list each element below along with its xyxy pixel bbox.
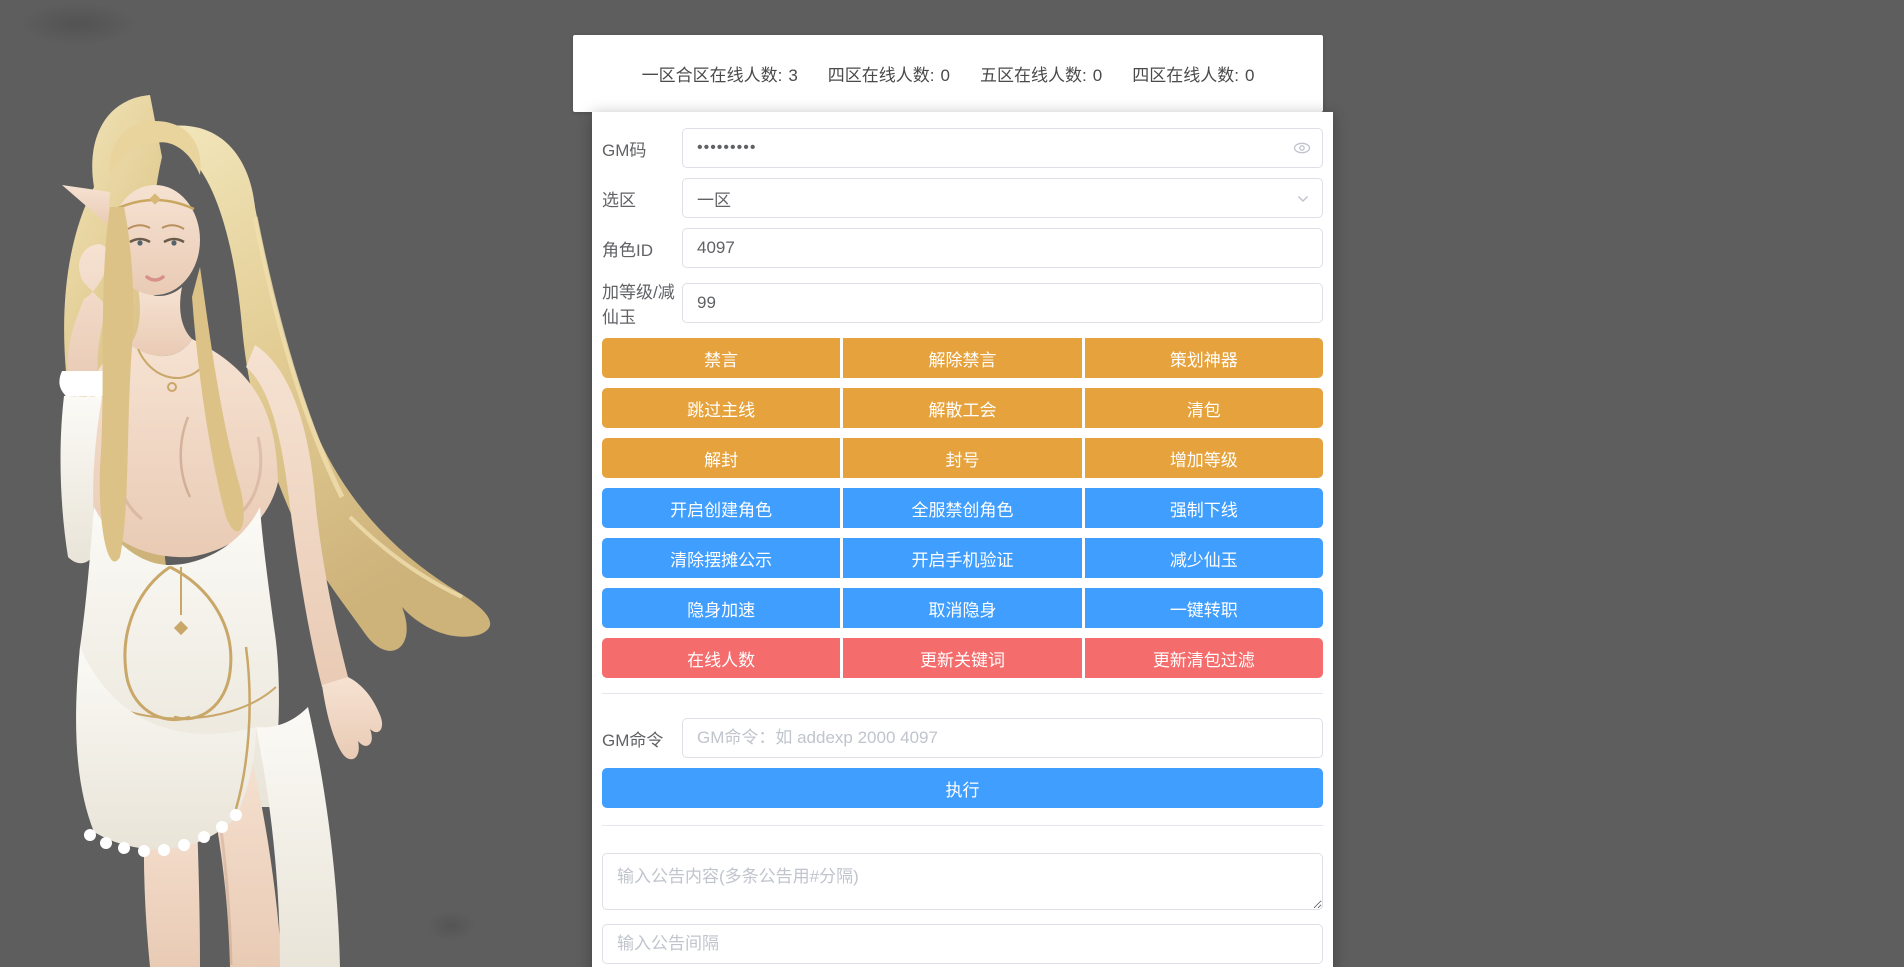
gm-code-label: GM码 [602,136,682,161]
action-row-1: 禁言 解除禁言 策划神器 [602,338,1323,378]
notice-content-textarea[interactable] [602,853,1323,910]
online-count-button[interactable]: 在线人数 [602,638,840,678]
online-stats-card: 一区合区在线人数:3 四区在线人数:0 五区在线人数:0 四区在线人数:0 [573,35,1323,112]
gm-command-label: GM命令 [602,726,682,751]
gm-command-input[interactable] [682,718,1323,758]
stealth-speed-button[interactable]: 隐身加速 [602,588,840,628]
execute-button[interactable]: 执行 [602,768,1323,808]
forbid-create-role-button[interactable]: 全服禁创角色 [843,488,1081,528]
level-jade-label: 加等级/减仙玉 [602,278,682,328]
ban-button[interactable]: 封号 [843,438,1081,478]
gm-code-masked-value: ••••••••• [697,139,756,157]
role-id-input[interactable] [682,228,1323,268]
chevron-down-icon [1294,189,1312,207]
stat-zone5: 五区在线人数:0 [980,61,1102,86]
add-level-button[interactable]: 增加等级 [1085,438,1323,478]
force-offline-button[interactable]: 强制下线 [1085,488,1323,528]
action-row-3: 解封 封号 增加等级 [602,438,1323,478]
zone-selected-value: 一区 [697,186,731,211]
action-row-6: 隐身加速 取消隐身 一键转职 [602,588,1323,628]
reduce-jade-button[interactable]: 减少仙玉 [1085,538,1323,578]
action-row-2: 跳过主线 解散工会 清包 [602,388,1323,428]
role-id-label: 角色ID [602,236,682,261]
stat-zone1: 一区合区在线人数:3 [642,61,798,86]
stat-zone4a: 四区在线人数:0 [828,61,950,86]
action-row-4: 开启创建角色 全服禁创角色 强制下线 [602,488,1323,528]
planner-tool-button[interactable]: 策划神器 [1085,338,1323,378]
unban-button[interactable]: 解封 [602,438,840,478]
eye-icon[interactable] [1292,138,1312,158]
cancel-stealth-button[interactable]: 取消隐身 [843,588,1081,628]
faint-logo-watermark [18,2,138,46]
action-row-7: 在线人数 更新关键词 更新清包过滤 [602,638,1323,678]
clear-bag-button[interactable]: 清包 [1085,388,1323,428]
unmute-button[interactable]: 解除禁言 [843,338,1081,378]
enable-phone-verify-button[interactable]: 开启手机验证 [843,538,1081,578]
update-clearbag-filter-button[interactable]: 更新清包过滤 [1085,638,1323,678]
zone-label: 选区 [602,186,682,211]
gm-form-panel: GM码 ••••••••• 选区 一区 角色ID 加等级/减仙玉 [592,112,1333,967]
notice-interval-input[interactable] [602,924,1323,964]
disband-guild-button[interactable]: 解散工会 [843,388,1081,428]
zone-select[interactable]: 一区 [682,178,1323,218]
enable-create-role-button[interactable]: 开启创建角色 [602,488,840,528]
mute-button[interactable]: 禁言 [602,338,840,378]
gm-admin-page: { "header": { "stats": [ { "label": "一区合… [0,0,1904,967]
update-keywords-button[interactable]: 更新关键词 [843,638,1081,678]
clear-stall-notice-button[interactable]: 清除摆摊公示 [602,538,840,578]
divider [602,825,1323,826]
character-artwork [50,87,570,967]
gm-code-input[interactable]: ••••••••• [682,128,1323,168]
level-jade-input[interactable] [682,283,1323,323]
skip-mainline-button[interactable]: 跳过主线 [602,388,840,428]
divider [602,693,1323,694]
stat-zone4b: 四区在线人数:0 [1132,61,1254,86]
action-row-5: 清除摆摊公示 开启手机验证 减少仙玉 [602,538,1323,578]
one-key-class-change-button[interactable]: 一键转职 [1085,588,1323,628]
